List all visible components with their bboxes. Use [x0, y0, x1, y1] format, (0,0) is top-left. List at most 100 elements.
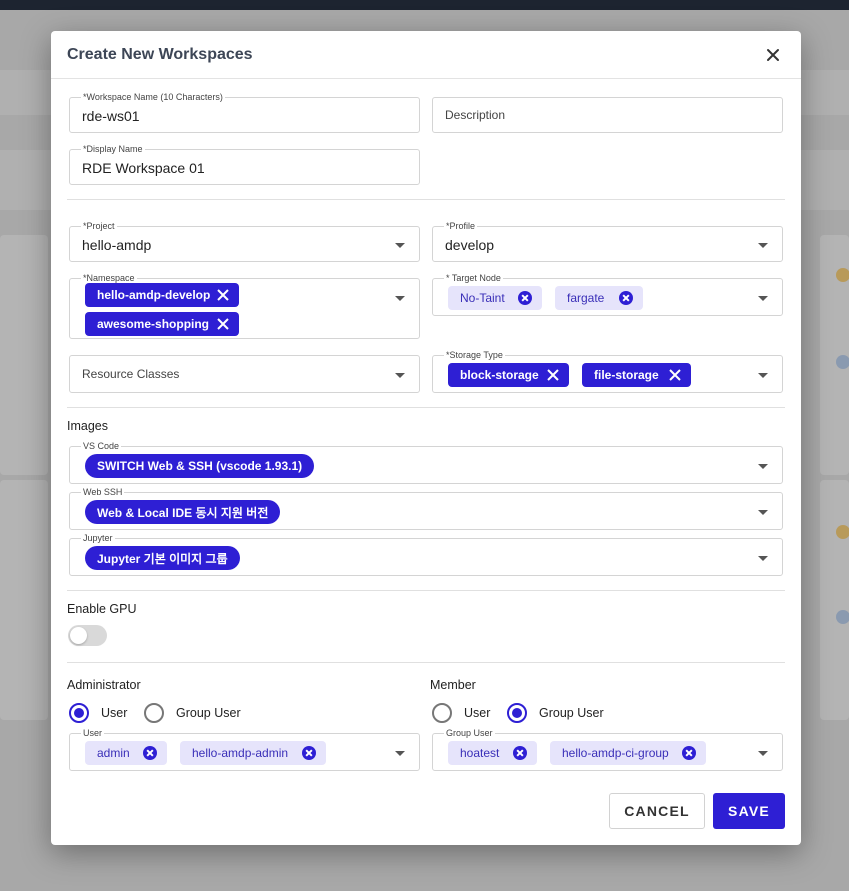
remove-chip-icon[interactable]	[518, 291, 532, 305]
chevron-down-icon	[758, 464, 768, 469]
webssh-image-chip-label: Web & Local IDE 동시 지원 버전	[97, 505, 269, 520]
divider	[67, 199, 785, 200]
remove-chip-icon[interactable]	[669, 369, 681, 381]
target-node-chip[interactable]: fargate	[555, 286, 643, 310]
resource-classes-placeholder: Resource Classes	[82, 367, 180, 381]
save-button[interactable]: SAVE	[713, 793, 785, 829]
namespace-label: *Namespace	[81, 273, 137, 283]
remove-chip-icon[interactable]	[619, 291, 633, 305]
dialog-title: Create New Workspaces	[67, 46, 253, 63]
member-group-user-select[interactable]: Group User hoatest hello-amdp-ci-group	[432, 728, 783, 771]
namespace-chip-label: awesome-shopping	[97, 317, 210, 331]
divider	[67, 590, 785, 591]
description-placeholder: Description	[445, 108, 506, 122]
dialog-header: Create New Workspaces	[51, 31, 801, 79]
administrator-user-select[interactable]: User admin hello-amdp-admin	[69, 728, 420, 771]
administrator-user-radio[interactable]	[69, 703, 89, 723]
member-user-radio[interactable]	[432, 703, 452, 723]
create-workspace-dialog: Create New Workspaces *Workspace Name (1…	[51, 31, 801, 845]
member-group-user-field-label: Group User	[444, 728, 495, 738]
chevron-down-icon	[395, 751, 405, 756]
chevron-down-icon	[758, 751, 768, 756]
administrator-chip[interactable]: hello-amdp-admin	[180, 741, 326, 765]
background-icon	[836, 355, 849, 369]
chevron-down-icon	[758, 296, 768, 301]
chevron-down-icon	[758, 510, 768, 515]
vscode-image-chip-label: SWITCH Web & SSH (vscode 1.93.1)	[97, 459, 303, 473]
member-label: Member	[430, 678, 476, 692]
administrator-label: Administrator	[67, 678, 141, 692]
cancel-button[interactable]: CANCEL	[609, 793, 705, 829]
namespace-chip[interactable]: hello-amdp-develop	[85, 283, 239, 307]
enable-gpu-label: Enable GPU	[67, 602, 137, 616]
background-icon	[836, 525, 849, 539]
remove-chip-icon[interactable]	[217, 289, 229, 301]
webssh-image-chip[interactable]: Web & Local IDE 동시 지원 버전	[85, 500, 281, 524]
jupyter-image-chip[interactable]: Jupyter 기본 이미지 그룹	[85, 546, 240, 570]
storage-type-chip[interactable]: file-storage	[582, 363, 691, 387]
webssh-image-select[interactable]: Web SSH Web & Local IDE 동시 지원 버전	[69, 487, 783, 530]
storage-type-select[interactable]: *Storage Type block-storage file-storage	[432, 350, 783, 393]
close-icon	[767, 49, 779, 61]
jupyter-image-select[interactable]: Jupyter Jupyter 기본 이미지 그룹	[69, 533, 783, 576]
project-select[interactable]: *Project hello-amdp	[69, 221, 420, 262]
target-node-chip[interactable]: No-Taint	[448, 286, 542, 310]
storage-type-label: *Storage Type	[444, 350, 505, 360]
close-button[interactable]	[763, 45, 783, 65]
member-chip-label: hoatest	[460, 746, 500, 760]
background-card	[0, 235, 48, 475]
namespace-select[interactable]: *Namespace hello-amdp-develop awesome-sh…	[69, 273, 420, 339]
administrator-chip-label: admin	[97, 746, 130, 760]
jupyter-image-chip-label: Jupyter 기본 이미지 그룹	[97, 551, 228, 566]
profile-value: develop	[445, 237, 495, 253]
target-node-chip-label: fargate	[567, 291, 605, 305]
namespace-chip[interactable]: awesome-shopping	[85, 312, 239, 336]
remove-chip-icon[interactable]	[217, 318, 229, 330]
administrator-chip[interactable]: admin	[85, 741, 167, 765]
member-group-user-radio-label: Group User	[539, 706, 604, 720]
chevron-down-icon	[395, 243, 405, 248]
member-chip[interactable]: hoatest	[448, 741, 537, 765]
display-name-value: RDE Workspace 01	[82, 160, 205, 176]
project-value: hello-amdp	[82, 237, 152, 253]
chevron-down-icon	[758, 556, 768, 561]
target-node-select[interactable]: * Target Node No-Taint fargate	[432, 273, 783, 316]
description-input[interactable]: Description	[432, 97, 783, 133]
administrator-user-field-label: User	[81, 728, 105, 738]
administrator-chip-label: hello-amdp-admin	[192, 746, 289, 760]
background-icon	[836, 268, 849, 282]
storage-type-chip-label: file-storage	[594, 368, 659, 382]
enable-gpu-toggle[interactable]	[68, 625, 107, 646]
jupyter-label: Jupyter	[81, 533, 115, 543]
member-chip-label: hello-amdp-ci-group	[562, 746, 669, 760]
background-app-topbar	[0, 0, 849, 10]
webssh-label: Web SSH	[81, 487, 125, 497]
administrator-group-user-radio[interactable]	[144, 703, 164, 723]
workspace-name-input[interactable]: *Workspace Name (10 Characters) rde-ws01	[69, 92, 420, 133]
profile-select[interactable]: *Profile develop	[432, 221, 783, 262]
namespace-chip-label: hello-amdp-develop	[97, 288, 211, 302]
vscode-image-select[interactable]: VS Code SWITCH Web & SSH (vscode 1.93.1)	[69, 441, 783, 484]
member-chip[interactable]: hello-amdp-ci-group	[550, 741, 706, 765]
storage-type-chip[interactable]: block-storage	[448, 363, 569, 387]
remove-chip-icon[interactable]	[682, 746, 696, 760]
chevron-down-icon	[758, 243, 768, 248]
remove-chip-icon[interactable]	[547, 369, 559, 381]
member-group-user-radio[interactable]	[507, 703, 527, 723]
administrator-user-radio-label: User	[101, 706, 128, 720]
member-user-radio-label: User	[464, 706, 491, 720]
administrator-group-user-radio-label: Group User	[176, 706, 241, 720]
vscode-image-chip[interactable]: SWITCH Web & SSH (vscode 1.93.1)	[85, 454, 315, 478]
remove-chip-icon[interactable]	[143, 746, 157, 760]
divider	[67, 407, 785, 408]
remove-chip-icon[interactable]	[302, 746, 316, 760]
toggle-knob	[70, 627, 87, 644]
background-card	[0, 480, 48, 720]
display-name-input[interactable]: *Display Name RDE Workspace 01	[69, 144, 420, 185]
target-node-chip-label: No-Taint	[460, 291, 505, 305]
resource-classes-select[interactable]: Resource Classes	[69, 355, 420, 393]
chevron-down-icon	[395, 296, 405, 301]
remove-chip-icon[interactable]	[513, 746, 527, 760]
workspace-name-label: *Workspace Name (10 Characters)	[81, 92, 225, 102]
storage-type-chip-label: block-storage	[460, 368, 539, 382]
